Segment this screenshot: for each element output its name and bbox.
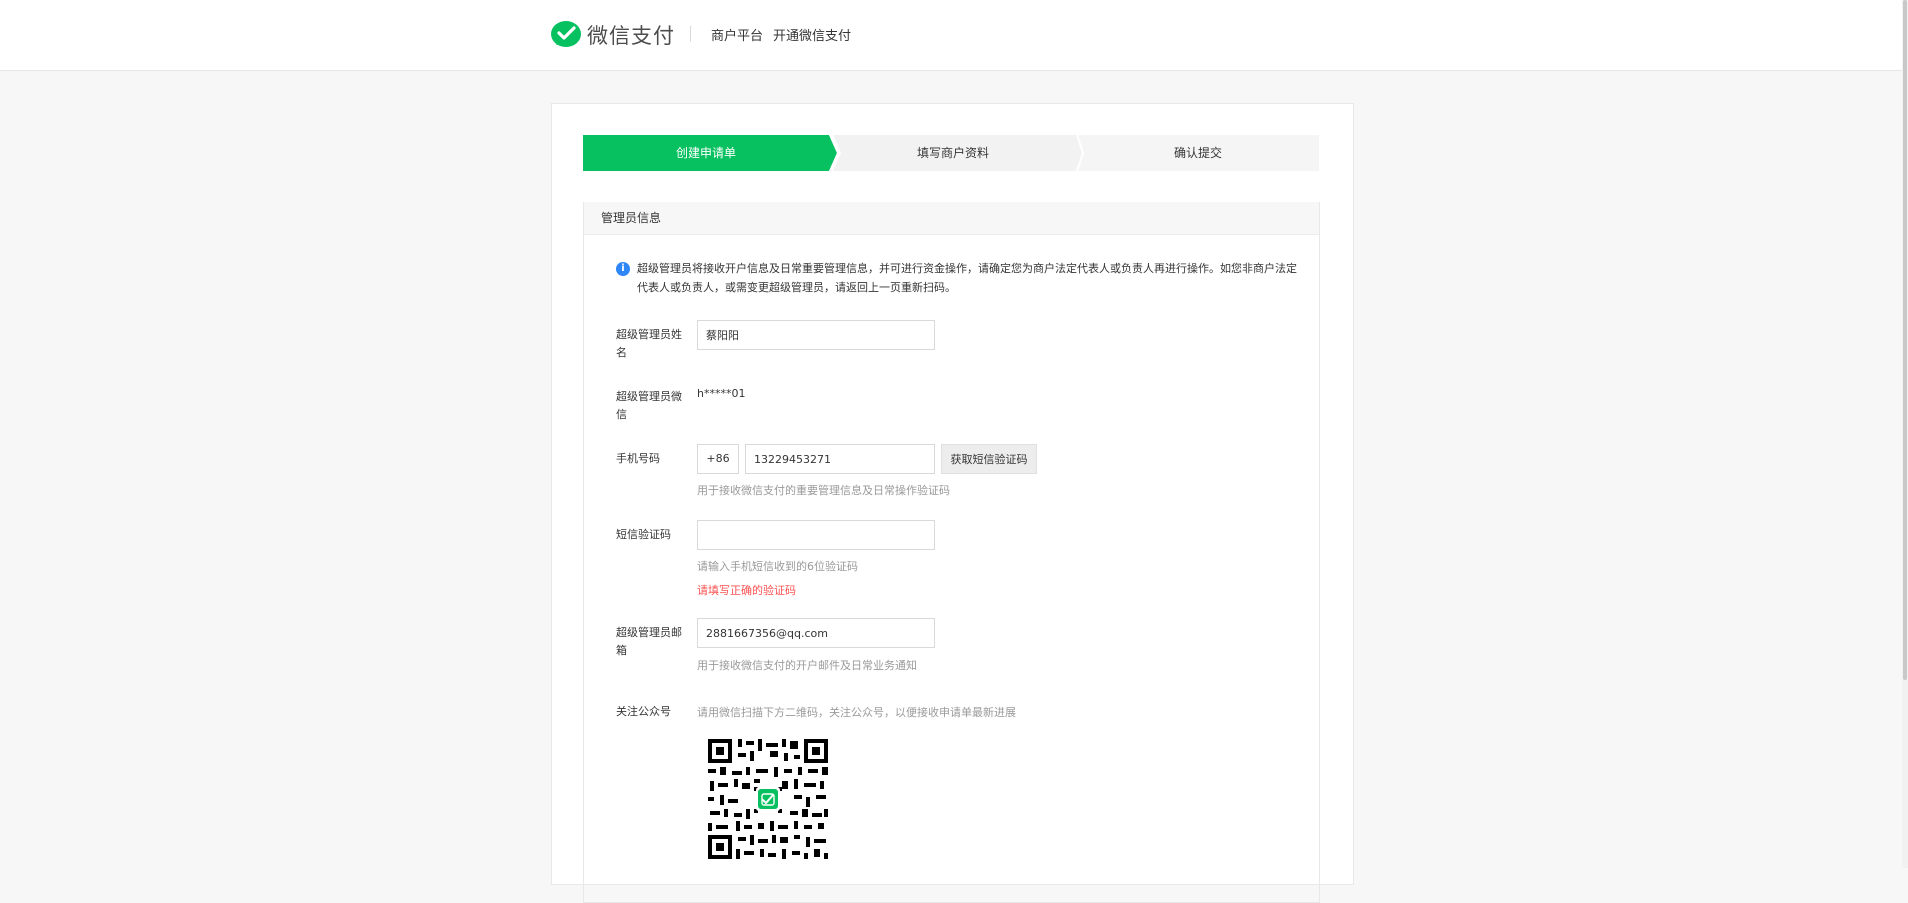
admin-email-input[interactable] xyxy=(697,618,935,648)
phone-hint: 用于接收微信支付的重要管理信息及日常操作验证码 xyxy=(697,484,950,497)
admin-notice: i 超级管理员将接收开户信息及日常重要管理信息，并可进行资金操作，请确定您为商户… xyxy=(616,259,1307,297)
admin-info-panel: 管理员信息 i 超级管理员将接收开户信息及日常重要管理信息，并可进行资金操作，请… xyxy=(583,202,1320,903)
nav-merchant-platform[interactable]: 商户平台 xyxy=(711,25,763,44)
progress-steps: 创建申请单 填写商户资料 确认提交 xyxy=(583,135,1319,171)
nav-open-wechat-pay[interactable]: 开通微信支付 xyxy=(773,25,851,44)
admin-email-label: 超级管理员邮箱 xyxy=(616,626,682,657)
sms-code-error: 请填写正确的验证码 xyxy=(697,584,796,597)
info-icon: i xyxy=(616,262,630,276)
wechat-pay-logo-icon xyxy=(551,21,581,47)
brand-divider xyxy=(690,26,691,42)
sms-code-hint: 请输入手机短信收到的6位验证码 xyxy=(697,560,858,573)
admin-name-input[interactable] xyxy=(697,320,935,350)
application-card: 创建申请单 填写商户资料 确认提交 管理员信息 i 超级管理员将接收开户信息及日… xyxy=(551,103,1354,903)
admin-wechat-value: h*****01 xyxy=(697,387,746,400)
official-account-qr-code xyxy=(706,737,830,861)
brand-logo[interactable]: 微信支付 xyxy=(550,18,675,52)
top-bar: 微信支付 商户平台 开通微信支付 xyxy=(0,0,1908,71)
sms-code-input[interactable] xyxy=(697,520,935,550)
get-sms-code-button[interactable]: 获取短信验证码 xyxy=(941,444,1037,474)
sms-code-label: 短信验证码 xyxy=(616,528,671,541)
panel-title: 管理员信息 xyxy=(584,202,1319,235)
brand-name: 微信支付 xyxy=(587,24,675,48)
step-fill-merchant-info: 填写商户资料 xyxy=(916,146,989,160)
admin-name-label: 超级管理员姓名 xyxy=(616,328,682,359)
notice-text: 超级管理员将接收开户信息及日常重要管理信息，并可进行资金操作，请确定您为商户法定… xyxy=(637,262,1297,294)
email-hint: 用于接收微信支付的开户邮件及日常业务通知 xyxy=(697,659,917,672)
follow-account-hint: 请用微信扫描下方二维码，关注公众号，以便接收申请单最新进展 xyxy=(697,706,1016,719)
step-create-application: 创建申请单 xyxy=(675,146,736,160)
scrollbar-thumb[interactable] xyxy=(1903,0,1907,680)
page-scrollbar[interactable] xyxy=(1902,0,1908,868)
top-nav: 商户平台 开通微信支付 xyxy=(711,25,851,44)
phone-label: 手机号码 xyxy=(616,452,660,465)
step-confirm-submit: 确认提交 xyxy=(1173,146,1222,160)
phone-input[interactable] xyxy=(745,444,935,474)
admin-wechat-label: 超级管理员微信 xyxy=(616,390,682,421)
follow-account-label: 关注公众号 xyxy=(616,705,671,718)
country-code[interactable]: +86 xyxy=(697,444,739,474)
